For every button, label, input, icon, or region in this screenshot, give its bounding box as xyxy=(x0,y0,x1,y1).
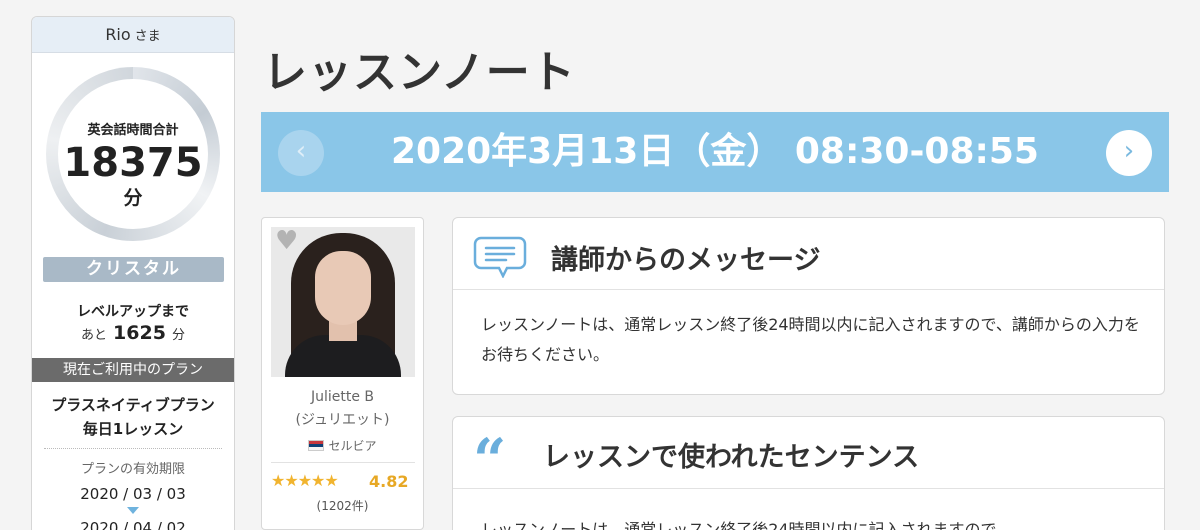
serbia-flag-icon xyxy=(308,440,325,451)
speech-bubble-icon xyxy=(473,236,527,278)
lesson-sentences-body: レッスンノートは、通常レッスン終了後24時間以内に記入されますので xyxy=(481,520,997,530)
rank-badge: クリスタル xyxy=(43,257,224,282)
page-title: レッスンノート xyxy=(263,47,576,98)
next-lesson-button[interactable]: › xyxy=(1106,130,1152,176)
plan-header: 現在ご利用中のプラン xyxy=(32,358,234,382)
total-time-inner: 英会話時間合計 18375 分 xyxy=(58,79,208,229)
plan-name-line1: プラスネイティブプラン xyxy=(51,396,215,414)
remain-prefix: あと xyxy=(81,328,108,343)
levelup-label: レベルアップまで xyxy=(77,304,189,320)
expiry-label: プランの有効期限 xyxy=(80,462,185,477)
teacher-name[interactable]: Juliette B xyxy=(262,389,423,405)
teacher-message-title: 講師からのメッセージ xyxy=(551,245,821,276)
teacher-message-header: 講師からのメッセージ xyxy=(453,218,1164,290)
lesson-sentences-header: “ レッスンで使われたセンテンス xyxy=(453,417,1164,494)
teacher-country: セルビア xyxy=(262,437,423,454)
teacher-card[interactable]: ♥ Juliette B (ジュリエット) セルビア ★★★★★ 4.82 (1… xyxy=(261,217,424,530)
plan-name: プラスネイティブプラン 毎日1レッスン xyxy=(32,393,234,441)
plan-divider xyxy=(44,448,222,449)
favorite-heart-icon[interactable]: ♥ xyxy=(275,228,298,254)
review-count: (1202件) xyxy=(316,499,369,513)
levelup-remaining: あと 1625 分 xyxy=(32,322,234,344)
remain-minutes: 1625 xyxy=(113,322,166,344)
user-sidebar: Rio さま 英会話時間合計 18375 分 クリスタル レベルアップまで あと 1… xyxy=(31,16,235,530)
plan-name-line2: 毎日1レッスン xyxy=(82,420,184,438)
total-time-ring: 英会話時間合計 18375 分 xyxy=(46,67,220,241)
expiry-end-date: 2020 / 04 / 02 xyxy=(80,519,186,530)
total-time-label: 英会話時間合計 xyxy=(87,123,179,138)
rating-stars-icon: ★★★★★ xyxy=(271,471,339,490)
lesson-date-bar: 2020年3月13日（金） 08:30-08:55 ‹ › xyxy=(261,112,1169,192)
teacher-name-kana: (ジュリエット) xyxy=(295,412,390,428)
prev-lesson-button[interactable]: ‹ xyxy=(278,130,324,176)
expiry-arrow-icon xyxy=(127,507,139,514)
remain-unit: 分 xyxy=(171,328,185,343)
teacher-rating: 4.82 xyxy=(369,472,409,491)
lesson-datetime: 2020年3月13日（金） 08:30-08:55 xyxy=(390,131,1039,172)
teacher-message-body: レッスンノートは、通常レッスン終了後24時間以内に記入されますので、講師からの入… xyxy=(481,315,1140,364)
user-name: Rio xyxy=(105,25,131,44)
teacher-divider xyxy=(271,462,415,463)
quote-icon: “ xyxy=(473,426,507,494)
teacher-country-name: セルビア xyxy=(328,439,377,453)
user-greeting: Rio さま xyxy=(32,17,234,53)
teacher-message-card: 講師からのメッセージ レッスンノートは、通常レッスン終了後24時間以内に記入され… xyxy=(452,217,1165,395)
total-time-value: 18375 xyxy=(63,140,203,186)
total-time-unit: 分 xyxy=(123,187,143,209)
expiry-start-date: 2020 / 03 / 03 xyxy=(80,485,186,503)
lesson-sentences-title: レッスンで使われたセンテンス xyxy=(543,442,920,473)
lesson-sentences-card: “ レッスンで使われたセンテンス レッスンノートは、通常レッスン終了後24時間以… xyxy=(452,416,1165,530)
user-honorific: さま xyxy=(134,29,161,44)
